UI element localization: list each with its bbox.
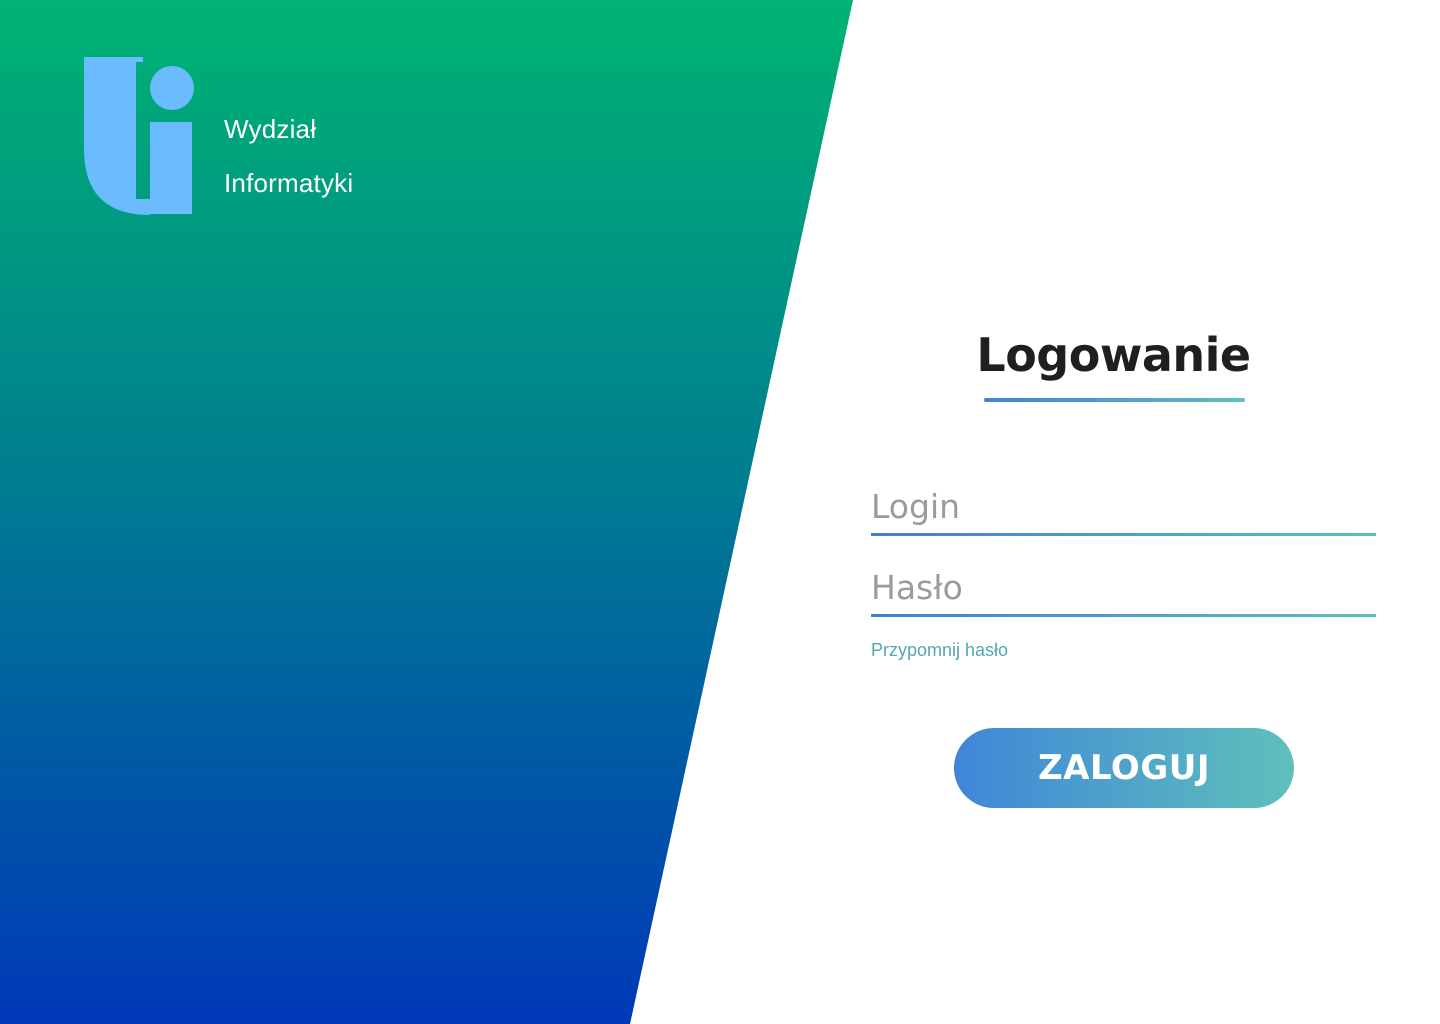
faculty-brand: Wydział Informatyki <box>84 56 404 216</box>
brand-name-line-1: Wydział <box>224 114 317 144</box>
login-title: Logowanie <box>976 328 1251 382</box>
login-input-underline <box>871 533 1376 536</box>
brand-name-line-2: Informatyki <box>224 168 354 198</box>
login-field-group <box>871 480 1376 536</box>
login-submit-button[interactable]: ZALOGUJ <box>954 728 1294 808</box>
password-input-underline <box>871 614 1376 617</box>
faculty-i-logo-icon <box>84 56 196 216</box>
password-input[interactable] <box>871 561 1376 613</box>
login-form: Logowanie Przypomnij hasło ZALOGUJ <box>871 320 1376 820</box>
login-input[interactable] <box>871 480 1376 532</box>
login-page: Wydział Informatyki Logowanie Przypomnij… <box>0 0 1440 1024</box>
password-field-group <box>871 561 1376 617</box>
title-underline <box>984 398 1245 402</box>
forgot-password-link[interactable]: Przypomnij hasło <box>871 639 1008 661</box>
